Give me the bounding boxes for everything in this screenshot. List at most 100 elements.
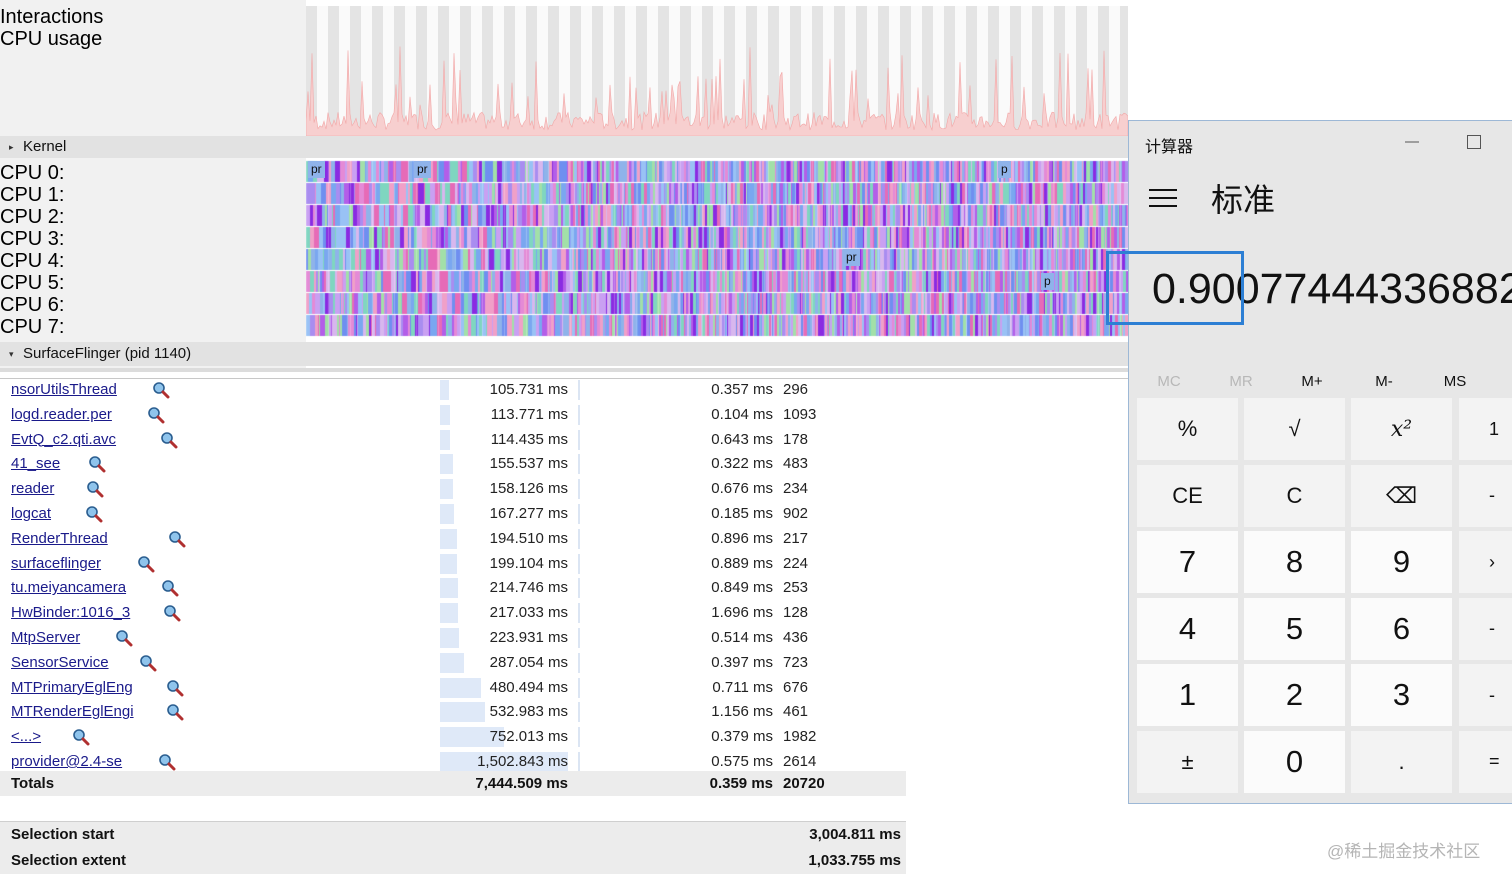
percent-button[interactable]: % (1137, 398, 1238, 460)
table-row[interactable]: HwBinder:1016_3 217.033 ms 1.696 ms 128 (0, 601, 906, 626)
cpu-slice-tracks[interactable]: pr pr p pr p (306, 160, 1128, 338)
decimal-button[interactable]: . (1351, 730, 1452, 793)
thread-name-link[interactable]: HwBinder:1016_3 (11, 601, 130, 626)
memory-clear-button[interactable]: MC (1139, 373, 1199, 390)
memory-add-button[interactable]: M+ (1282, 373, 1342, 390)
magnifier-icon[interactable] (147, 406, 165, 424)
table-row[interactable]: tu.meiyancamera 214.746 ms 0.849 ms 253 (0, 576, 906, 601)
magnifier-icon[interactable] (158, 753, 176, 771)
magnifier-icon[interactable] (88, 455, 106, 473)
sqrt-button[interactable]: √ (1244, 398, 1345, 460)
cpu-slices-canvas[interactable] (306, 160, 1128, 338)
average-value: 0.676 ms (711, 480, 773, 498)
table-row[interactable]: <...> 752.013 ms 0.379 ms 1982 (0, 725, 906, 750)
memory-store-button[interactable]: MS (1425, 373, 1485, 390)
square-button[interactable]: x² (1351, 398, 1452, 460)
magnifier-icon[interactable] (152, 381, 170, 399)
slice-label[interactable]: pr (414, 161, 431, 178)
magnifier-icon[interactable] (72, 728, 90, 746)
magnifier-icon[interactable] (166, 679, 184, 697)
two-button[interactable]: 2 (1244, 664, 1345, 726)
clear-entry-button[interactable]: CE (1137, 464, 1238, 527)
duration-bar (440, 677, 481, 698)
magnifier-icon[interactable] (160, 431, 178, 449)
partial-operator-button[interactable]: › (1459, 531, 1512, 593)
thread-name-link[interactable]: <...> (11, 725, 41, 750)
thread-name-link[interactable]: nsorUtilsThread (11, 378, 117, 403)
partial-operator-button[interactable]: - (1459, 464, 1512, 527)
collapse-triangle-icon[interactable]: ▾ (9, 342, 14, 366)
occurrences-value: 296 (783, 381, 809, 398)
backspace-button[interactable]: ⌫ (1351, 464, 1452, 527)
thread-name-link[interactable]: surfaceflinger (11, 552, 101, 577)
one-button[interactable]: 1 (1137, 664, 1238, 726)
seven-button[interactable]: 7 (1137, 531, 1238, 593)
nine-button[interactable]: 9 (1351, 531, 1452, 593)
table-row[interactable]: MTPrimaryEglEng 480.494 ms 0.711 ms 676 (0, 676, 906, 701)
slice-label[interactable]: pr (308, 161, 325, 178)
kernel-group-row[interactable]: ▸ Kernel (0, 136, 1128, 158)
table-row[interactable]: nsorUtilsThread 105.731 ms 0.357 ms 296 (0, 378, 906, 403)
maximize-button[interactable] (1463, 129, 1487, 153)
thread-name-link[interactable]: MtpServer (11, 626, 80, 651)
magnifier-icon[interactable] (168, 530, 186, 548)
eight-button[interactable]: 8 (1244, 531, 1345, 593)
thread-name-link[interactable]: MTPrimaryEglEng (11, 676, 133, 701)
memory-subtract-button[interactable]: M- (1354, 373, 1414, 390)
thread-name-link[interactable]: SensorService (11, 651, 109, 676)
thread-name-link[interactable]: tu.meiyancamera (11, 576, 126, 601)
hamburger-menu-button[interactable] (1147, 186, 1179, 210)
duration-value: 217.033 ms (489, 604, 568, 622)
six-button[interactable]: 6 (1351, 597, 1452, 660)
five-button[interactable]: 5 (1244, 597, 1345, 660)
magnifier-icon[interactable] (115, 629, 133, 647)
slice-label[interactable]: pr (843, 249, 860, 266)
magnifier-icon[interactable] (166, 703, 184, 721)
minimize-button[interactable] (1401, 129, 1425, 153)
cpu-slices-bitmap[interactable] (306, 160, 1128, 338)
duration-bar (440, 454, 454, 475)
thread-name-link[interactable]: reader (11, 477, 54, 502)
backspace-key-label: ⌫ (1385, 482, 1418, 508)
magnifier-icon[interactable] (86, 480, 104, 498)
thread-name-link[interactable]: logd.reader.per (11, 403, 112, 428)
table-row[interactable]: EvtQ_c2.qti.avc 114.435 ms 0.643 ms 178 (0, 428, 906, 453)
slice-label[interactable]: p (1041, 273, 1054, 290)
table-row[interactable]: SensorService 287.054 ms 0.397 ms 723 (0, 651, 906, 676)
table-row[interactable]: MtpServer 223.931 ms 0.514 ms 436 (0, 626, 906, 651)
process-group-row[interactable]: ▾ SurfaceFlinger (pid 1140) (0, 342, 1128, 366)
negate-button[interactable]: ± (1137, 730, 1238, 793)
table-row[interactable]: logcat 167.277 ms 0.185 ms 902 (0, 502, 906, 527)
table-row[interactable]: MTRenderEglEngi 532.983 ms 1.156 ms 461 (0, 700, 906, 725)
expand-triangle-icon[interactable]: ▸ (9, 136, 14, 158)
cpu-usage-graph (306, 6, 1128, 136)
slice-label[interactable]: p (998, 161, 1011, 178)
table-row[interactable]: 41_see 155.537 ms 0.322 ms 483 (0, 452, 906, 477)
thread-name-link[interactable]: logcat (11, 502, 51, 527)
table-row[interactable]: RenderThread 194.510 ms 0.896 ms 217 (0, 527, 906, 552)
partial-operator-button[interactable]: = (1459, 730, 1512, 793)
clear-button[interactable]: C (1244, 464, 1345, 527)
table-row[interactable]: logd.reader.per 113.771 ms 0.104 ms 1093 (0, 403, 906, 428)
duration-bar (440, 702, 486, 723)
zero-button[interactable]: 0 (1244, 730, 1345, 793)
partial-operator-button[interactable]: - (1459, 597, 1512, 660)
four-button[interactable]: 4 (1137, 597, 1238, 660)
table-row[interactable]: surfaceflinger 199.104 ms 0.889 ms 224 (0, 552, 906, 577)
thread-name-link[interactable]: EvtQ_c2.qti.avc (11, 428, 116, 453)
magnifier-icon[interactable] (137, 555, 155, 573)
magnifier-icon[interactable] (163, 604, 181, 622)
magnifier-icon[interactable] (161, 579, 179, 597)
three-button[interactable]: 3 (1351, 664, 1452, 726)
thread-name-link[interactable]: MTRenderEglEngi (11, 700, 134, 725)
partial-operator-button[interactable]: - (1459, 664, 1512, 726)
thread-name-link[interactable]: RenderThread (11, 527, 108, 552)
partial-operator-button[interactable]: 1 (1459, 398, 1512, 460)
magnifier-icon[interactable] (85, 505, 103, 523)
memory-recall-button[interactable]: MR (1211, 373, 1271, 390)
splitter[interactable] (0, 368, 1128, 372)
magnifier-icon[interactable] (139, 654, 157, 672)
thread-name-link[interactable]: 41_see (11, 452, 60, 477)
table-row[interactable]: reader 158.126 ms 0.676 ms 234 (0, 477, 906, 502)
cpu-6-label: CPU 6: (0, 294, 65, 316)
